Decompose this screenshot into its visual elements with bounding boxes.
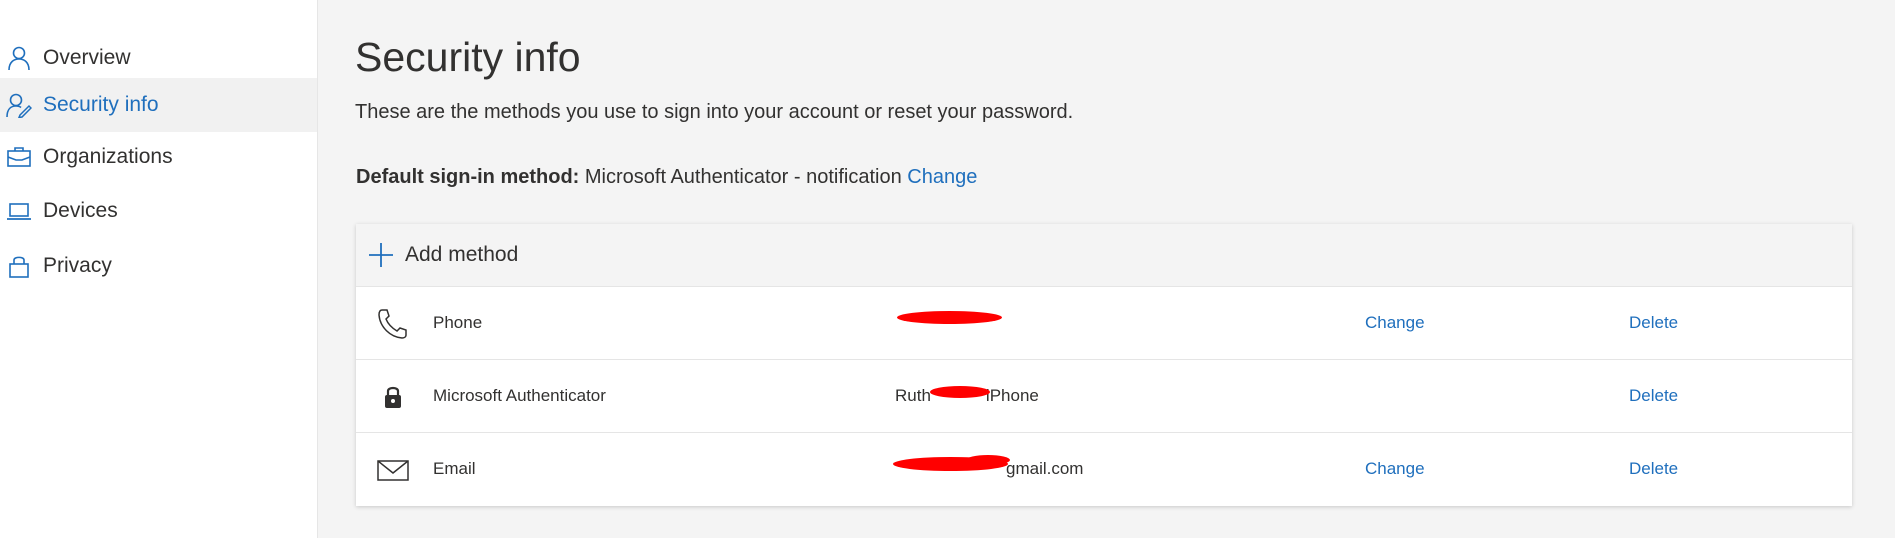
- lock-icon: [9, 256, 29, 278]
- change-default-method-link[interactable]: Change: [907, 166, 977, 188]
- sidebar-item-security-info[interactable]: Security info: [0, 78, 317, 132]
- redaction-mark: [930, 386, 990, 398]
- method-detail-suffix: iPhone: [985, 386, 1039, 405]
- method-name: Microsoft Authenticator: [433, 386, 606, 405]
- person-icon: [8, 46, 30, 71]
- sidebar-item-label: Organizations: [43, 145, 173, 168]
- default-method-value: Microsoft Authenticator - notification: [584, 166, 902, 188]
- delete-method-link[interactable]: Delete: [1629, 386, 1678, 406]
- person-key-icon: [6, 93, 32, 118]
- sidebar-item-overview[interactable]: Overview: [0, 31, 317, 85]
- change-method-link[interactable]: Change: [1365, 313, 1425, 333]
- sidebar-item-organizations[interactable]: Organizations: [0, 130, 317, 184]
- methods-card: Add method Phone Change Delete Microsoft…: [356, 224, 1852, 506]
- default-sign-in-method: Default sign-in method: Microsoft Authen…: [356, 166, 977, 189]
- sidebar: Overview Security info Organizations Dev…: [0, 0, 318, 538]
- sidebar-item-label: Security info: [43, 93, 159, 116]
- method-row-phone: Phone Change Delete: [356, 286, 1852, 360]
- method-name: Email: [433, 459, 476, 478]
- method-detail-prefix: Ruth: [895, 386, 931, 405]
- method-row-email: Email gmail.com Change Delete: [356, 432, 1852, 506]
- sidebar-item-privacy[interactable]: Privacy: [0, 239, 317, 293]
- sidebar-item-label: Privacy: [43, 254, 112, 277]
- page-title: Security info: [355, 34, 581, 80]
- delete-method-link[interactable]: Delete: [1629, 313, 1678, 333]
- main-content: Security info These are the methods you …: [318, 0, 1895, 538]
- default-method-label: Default sign-in method:: [356, 166, 580, 188]
- change-method-link[interactable]: Change: [1365, 459, 1425, 479]
- plus-icon: [369, 243, 393, 267]
- method-detail-domain: gmail.com: [1006, 459, 1084, 478]
- mail-icon: [377, 460, 409, 481]
- authenticator-lock-icon: [385, 386, 401, 408]
- redaction-mark: [966, 455, 1010, 465]
- method-row-authenticator: Microsoft Authenticator Ruth iPhone Delet…: [356, 359, 1852, 433]
- page-subtitle: These are the methods you use to sign in…: [355, 101, 1074, 123]
- phone-icon: [378, 309, 407, 339]
- sidebar-item-label: Devices: [43, 199, 118, 222]
- add-method-button[interactable]: Add method: [356, 224, 1852, 286]
- add-method-label: Add method: [405, 243, 519, 266]
- sidebar-item-label: Overview: [43, 46, 131, 69]
- delete-method-link[interactable]: Delete: [1629, 459, 1678, 479]
- method-name: Phone: [433, 313, 483, 332]
- redaction-mark: [897, 311, 1002, 324]
- sidebar-item-devices[interactable]: Devices: [0, 184, 317, 238]
- briefcase-icon: [7, 147, 31, 167]
- laptop-icon: [7, 203, 31, 220]
